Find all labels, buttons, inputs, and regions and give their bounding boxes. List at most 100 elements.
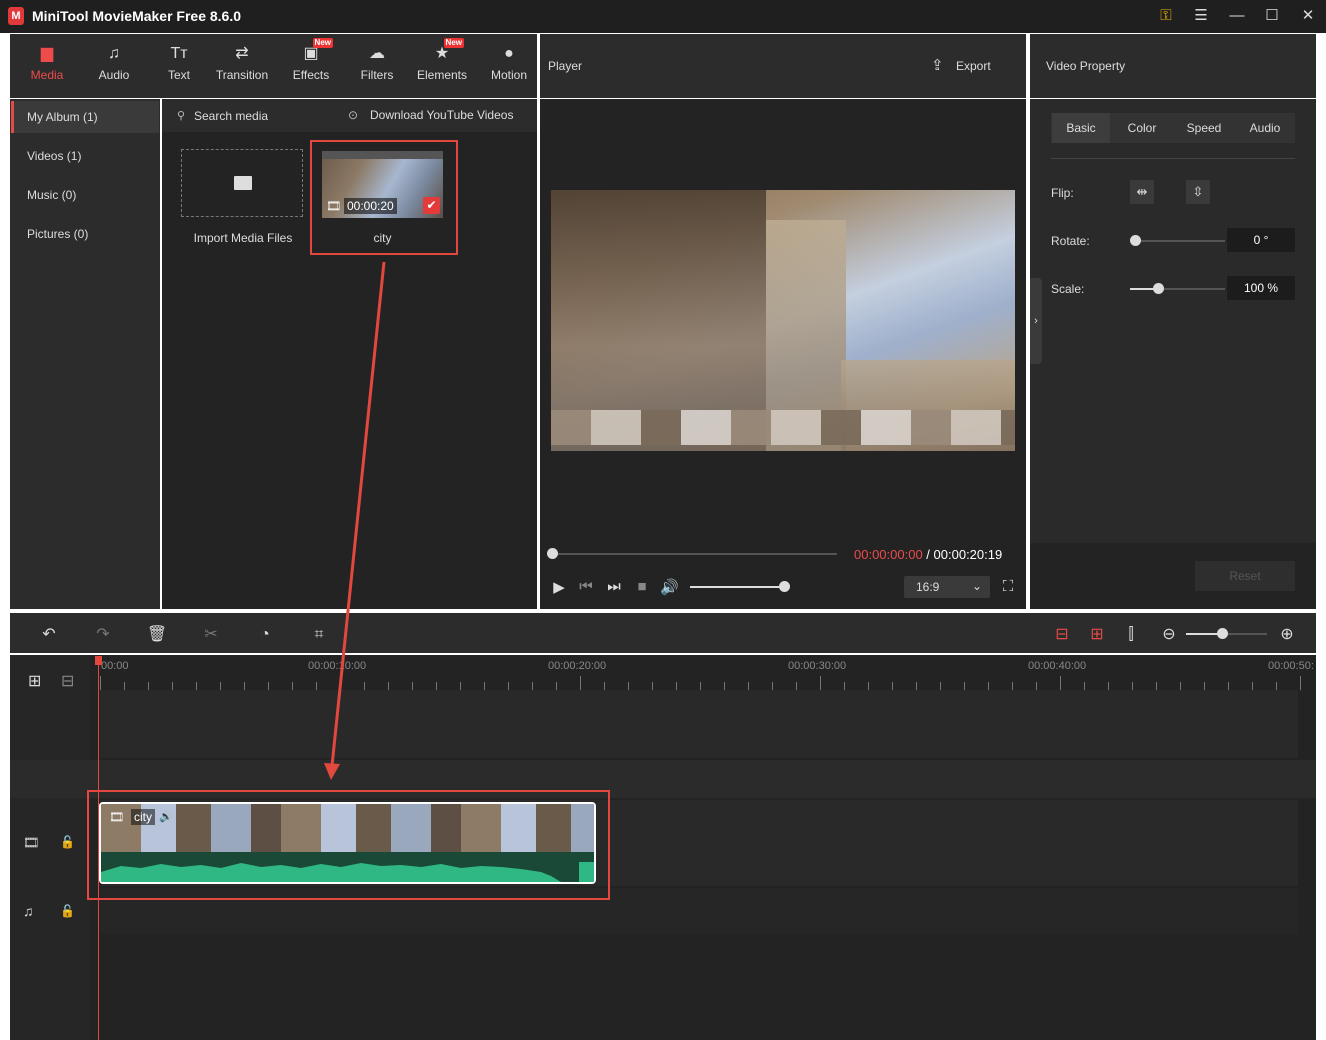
next-frame-icon[interactable]: ⏭ [606, 578, 622, 595]
remove-track-icon[interactable]: ⊟ [61, 671, 74, 691]
player-header [540, 34, 1026, 98]
tab-basic[interactable]: Basic [1052, 113, 1110, 143]
ruler-minor-tick [196, 682, 197, 690]
toolbar-audio[interactable]: ♫ Audio [84, 44, 144, 82]
app-title: MiniTool MovieMaker Free 8.6.0 [32, 8, 242, 24]
lock-icon[interactable]: 🔓 [60, 835, 75, 849]
previous-frame-icon[interactable]: ⏮ [578, 578, 594, 595]
checkmark-icon[interactable]: ✔ [423, 197, 440, 214]
new-badge: New [312, 38, 333, 48]
scale-knob[interactable] [1152, 283, 1164, 294]
ruler-minor-tick [628, 682, 629, 690]
clip-duration: 00:00:20 [344, 198, 397, 214]
tick-label: 00:00:40:00 [1028, 660, 1087, 672]
minimize-icon[interactable]: — [1225, 5, 1249, 27]
ruler-minor-tick [532, 682, 533, 690]
import-media-label: Import Media Files [193, 231, 293, 245]
aspect-ratio-select[interactable]: 16:9 ⌄ [904, 576, 990, 598]
scissors-icon[interactable]: ✂ [199, 623, 223, 647]
filters-icon: ☁ [369, 45, 385, 62]
motion-icon: ● [504, 45, 514, 62]
toolbar-filters[interactable]: ☁ Filters [347, 44, 407, 82]
ruler-minor-tick [892, 682, 893, 690]
ruler-minor-tick [772, 682, 773, 690]
toolbar-elements[interactable]: ★ Elements New [412, 38, 472, 82]
fullscreen-icon[interactable]: ⛶ [999, 578, 1017, 595]
film-track-icon: 🎞 [23, 835, 40, 850]
toolbar-transition[interactable]: ⇄ Transition [212, 44, 272, 82]
ruler-major-tick [580, 676, 581, 690]
aspect-ratio-value: 16:9 [916, 580, 940, 594]
ruler-minor-tick [436, 682, 437, 690]
volume-knob[interactable] [779, 581, 790, 592]
ruler-minor-tick [988, 682, 989, 690]
clip-filmstrip [101, 804, 594, 852]
snap-icon[interactable]: ⊞ [1085, 623, 1109, 647]
title-bar: M MiniTool MovieMaker Free 8.6.0 ⚿ ☰ — ☐… [0, 0, 1326, 33]
delete-icon[interactable]: 🗑 [145, 623, 169, 647]
play-icon[interactable]: ▶ [551, 578, 567, 596]
toolbar-motion[interactable]: ● Motion [479, 44, 539, 82]
scale-value[interactable]: 100 % [1227, 276, 1295, 300]
sidebar-item-pictures[interactable]: Pictures (0) [11, 218, 159, 250]
scale-label: Scale: [1051, 282, 1085, 296]
fit-timeline-icon[interactable]: ⫿ [1119, 623, 1143, 647]
playhead-handle[interactable] [95, 656, 102, 665]
sidebar-item-my-album[interactable]: My Album (1) [11, 101, 159, 133]
lock-icon[interactable]: 🔓 [60, 904, 75, 918]
undo-icon[interactable]: ↶ [37, 623, 61, 647]
search-input[interactable]: Search media [194, 109, 268, 123]
tab-color[interactable]: Color [1112, 113, 1172, 143]
maximize-icon[interactable]: ☐ [1260, 5, 1284, 27]
flip-vertical-icon[interactable]: ⇳ [1186, 180, 1210, 204]
video-preview [551, 190, 1015, 451]
thumbnail-pixelated-band [322, 151, 443, 159]
export-button[interactable]: Export [956, 59, 991, 73]
tick-label: 00:00 [101, 660, 129, 672]
menu-icon[interactable]: ☰ [1189, 5, 1213, 27]
sidebar-item-music[interactable]: Music (0) [11, 179, 159, 211]
ruler-minor-tick [1132, 682, 1133, 690]
rotate-value[interactable]: 0 ° [1227, 228, 1295, 252]
volume-icon[interactable]: 🔊 [660, 578, 679, 596]
flip-horizontal-icon[interactable]: ⇹ [1130, 180, 1154, 204]
speed-icon[interactable]: ◔ [253, 623, 277, 647]
toolbar-text[interactable]: Tт Text [149, 44, 209, 82]
add-track-icon[interactable]: ⊞ [28, 671, 41, 691]
timeline-ruler[interactable] [100, 656, 1316, 690]
rotate-knob[interactable] [1130, 235, 1141, 246]
import-media-button[interactable] [181, 149, 303, 217]
split-audio-icon[interactable]: ⊟ [1050, 623, 1074, 647]
ruler-minor-tick [1036, 682, 1037, 690]
collapse-panel-handle[interactable]: › [1030, 278, 1042, 364]
player-progress-track[interactable] [552, 553, 837, 555]
close-icon[interactable]: ✕ [1296, 5, 1320, 27]
rotate-track[interactable] [1135, 240, 1225, 242]
redo-icon[interactable]: ↷ [91, 623, 115, 647]
total-time: 00:00:20:19 [933, 547, 1003, 562]
timeline-clip[interactable]: 🎞 city 🔊 [99, 802, 596, 884]
toolbar-effects[interactable]: ▣ Effects New [281, 38, 341, 82]
ruler-minor-tick [676, 682, 677, 690]
ruler-minor-tick [412, 682, 413, 690]
reset-button[interactable]: Reset [1195, 561, 1295, 591]
tab-audio[interactable]: Audio [1236, 113, 1294, 143]
sidebar-item-videos[interactable]: Videos (1) [11, 140, 159, 172]
app-logo: M [8, 7, 24, 25]
music-track-icon: ♫ [23, 903, 34, 919]
playhead[interactable] [98, 656, 99, 1040]
crop-icon[interactable]: ⌗ [307, 623, 331, 647]
toolbar-media[interactable]: ▆ Media [17, 44, 77, 82]
ruler-minor-tick [868, 682, 869, 690]
key-icon[interactable]: ⚿ [1154, 5, 1178, 27]
download-youtube-button[interactable]: Download YouTube Videos [370, 108, 513, 122]
volume-icon[interactable]: 🔊 [159, 810, 173, 823]
zoom-out-icon[interactable]: ⊖ [1157, 623, 1181, 647]
stop-icon[interactable]: ■ [634, 578, 650, 595]
time-separator: / [922, 547, 934, 562]
media-clip-thumbnail[interactable]: 🎞 00:00:20 ✔ [322, 151, 443, 218]
zoom-in-icon[interactable]: ⊕ [1275, 623, 1299, 647]
film-icon: 🎞 [326, 199, 342, 213]
player-progress-knob[interactable] [547, 548, 558, 559]
tab-speed[interactable]: Speed [1174, 113, 1234, 143]
